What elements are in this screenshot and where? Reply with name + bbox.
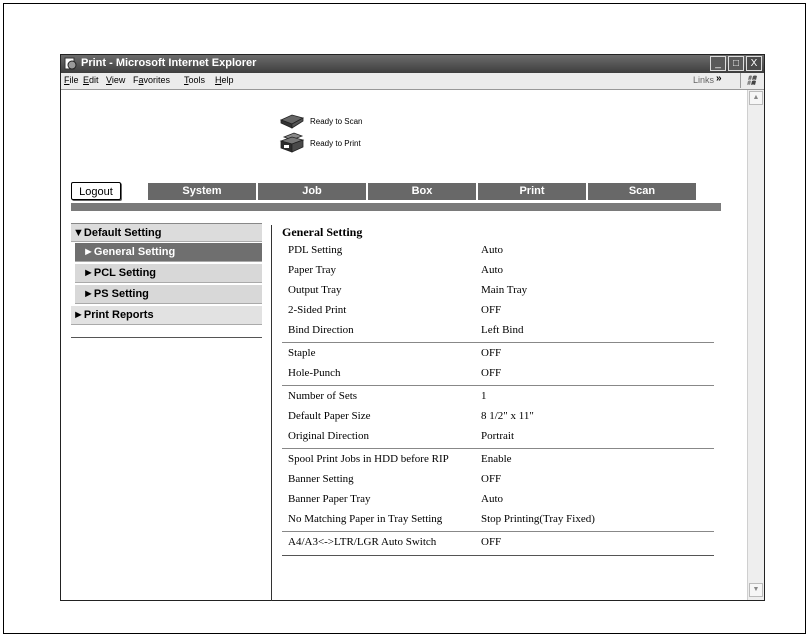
- scanner-icon: [279, 114, 305, 129]
- setting-value: OFF: [481, 367, 502, 379]
- table-row: Banner Setting OFF: [288, 471, 714, 490]
- scan-status-text: Ready to Scan: [310, 116, 363, 126]
- table-row: A4/A3<->LTR/LGR Auto Switch OFF: [288, 534, 714, 553]
- table-row: PDL Setting Auto: [288, 242, 714, 261]
- setting-label: PDL Setting: [288, 244, 343, 256]
- table-row: Spool Print Jobs in HDD before RIP Enable: [288, 451, 714, 470]
- setting-label: No Matching Paper in Tray Setting: [288, 513, 443, 525]
- setting-label: 2-Sided Print: [288, 304, 347, 316]
- setting-value: Auto: [481, 493, 503, 505]
- sidebar-item-pcl-setting[interactable]: ►PCL Setting: [75, 264, 262, 283]
- table-row: Number of Sets 1: [288, 388, 714, 407]
- maximize-button[interactable]: □: [728, 56, 744, 71]
- tab-box[interactable]: Box: [368, 183, 478, 200]
- setting-label: A4/A3<->LTR/LGR Auto Switch: [288, 536, 437, 548]
- setting-label: Banner Paper Tray: [288, 493, 371, 505]
- side-menu-bottom-rule: [71, 337, 262, 340]
- table-row: Banner Paper Tray Auto: [288, 491, 714, 510]
- group-separator: [282, 531, 714, 532]
- group-separator: [282, 448, 714, 449]
- minimize-icon: _: [715, 58, 721, 69]
- close-button[interactable]: X: [746, 56, 762, 71]
- browser-window: Print - Microsoft Internet Explorer _ □ …: [60, 54, 765, 601]
- scroll-up-icon: ▲: [752, 94, 760, 101]
- logout-button[interactable]: Logout: [71, 182, 121, 200]
- table-row: 2-Sided Print OFF: [288, 302, 714, 321]
- table-bottom-rule: [282, 555, 714, 556]
- sidebar-item-general-setting[interactable]: ►General Setting: [75, 243, 262, 262]
- setting-value: 8 1/2" x 11": [481, 410, 534, 422]
- table-row: Staple OFF: [288, 345, 714, 364]
- setting-value: OFF: [481, 304, 502, 316]
- menu-edit[interactable]: Edit: [83, 75, 99, 85]
- table-row: Paper Tray Auto: [288, 262, 714, 281]
- scroll-down-button[interactable]: ▼: [749, 583, 763, 597]
- tab-system[interactable]: System: [148, 183, 258, 200]
- sidebar-item-print-reports[interactable]: ►Print Reports: [71, 306, 262, 325]
- vertical-scrollbar[interactable]: ▲ ▼: [747, 90, 764, 600]
- sidebar-item-default-setting[interactable]: ▼Default Setting: [71, 223, 262, 242]
- page-title: General Setting: [282, 225, 363, 239]
- content-divider: [271, 225, 272, 601]
- table-row: Default Paper Size 8 1/2" x 11": [288, 408, 714, 427]
- setting-label: Banner Setting: [288, 473, 354, 485]
- setting-value: Portrait: [481, 430, 514, 442]
- setting-value: Auto: [481, 264, 503, 276]
- setting-label: Default Paper Size: [288, 410, 371, 422]
- setting-label: Original Direction: [288, 430, 369, 442]
- setting-value: Auto: [481, 244, 503, 256]
- windows-flag-icon: [740, 73, 757, 88]
- title-bar: Print - Microsoft Internet Explorer _ □ …: [61, 55, 764, 73]
- setting-value: Left Bind: [481, 324, 524, 336]
- setting-value: Enable: [481, 453, 512, 465]
- printer-icon: [279, 132, 305, 153]
- table-row: No Matching Paper in Tray Setting Stop Pr…: [288, 511, 714, 530]
- scan-status: Ready to Scan: [278, 112, 362, 130]
- setting-label: Output Tray: [288, 284, 342, 296]
- menu-view[interactable]: View: [106, 75, 125, 85]
- tab-job[interactable]: Job: [258, 183, 368, 200]
- setting-value: OFF: [481, 347, 502, 359]
- table-row: Bind Direction Left Bind: [288, 322, 714, 341]
- setting-label: Spool Print Jobs in HDD before RIP: [288, 453, 449, 465]
- menu-file[interactable]: File: [64, 75, 79, 85]
- table-row: Output Tray Main Tray: [288, 282, 714, 301]
- menu-tools[interactable]: Tools: [184, 75, 205, 85]
- menu-favorites[interactable]: Favorites: [133, 75, 170, 85]
- setting-value: OFF: [481, 473, 502, 485]
- setting-value: Stop Printing(Tray Fixed): [481, 513, 595, 525]
- setting-label: Hole-Punch: [288, 367, 341, 379]
- links-toolbar-label[interactable]: Links: [693, 75, 714, 85]
- setting-label: Paper Tray: [288, 264, 336, 276]
- setting-value: Main Tray: [481, 284, 528, 296]
- group-separator: [282, 342, 714, 343]
- setting-value: 1: [481, 390, 487, 402]
- setting-label: Bind Direction: [288, 324, 354, 336]
- tab-scan[interactable]: Scan: [588, 183, 698, 200]
- ie-page-icon: [64, 57, 77, 70]
- setting-value: OFF: [481, 536, 502, 548]
- setting-label: Number of Sets: [288, 390, 358, 402]
- tab-print[interactable]: Print: [478, 183, 588, 200]
- tab-bar-underline: [71, 203, 721, 211]
- close-icon: X: [750, 58, 758, 69]
- page-content: Ready to Scan Ready to Print Logout Syst…: [61, 90, 747, 601]
- window-title: Print - Microsoft Internet Explorer: [81, 57, 257, 69]
- links-chevron[interactable]: »: [716, 73, 722, 84]
- print-status: Ready to Print: [278, 132, 361, 154]
- group-separator: [282, 385, 714, 386]
- scroll-down-icon: ▼: [752, 586, 760, 593]
- sidebar-item-ps-setting[interactable]: ►PS Setting: [75, 285, 262, 304]
- print-status-text: Ready to Print: [310, 138, 361, 148]
- maximize-icon: □: [732, 58, 740, 69]
- table-row: Original Direction Portrait: [288, 428, 714, 447]
- scroll-up-button[interactable]: ▲: [749, 91, 763, 105]
- setting-label: Staple: [288, 347, 316, 359]
- menu-help[interactable]: Help: [215, 75, 234, 85]
- menu-bar: File Edit View Favorites Tools Help Link…: [61, 73, 764, 90]
- table-row: Hole-Punch OFF: [288, 365, 714, 384]
- minimize-button[interactable]: _: [710, 56, 726, 71]
